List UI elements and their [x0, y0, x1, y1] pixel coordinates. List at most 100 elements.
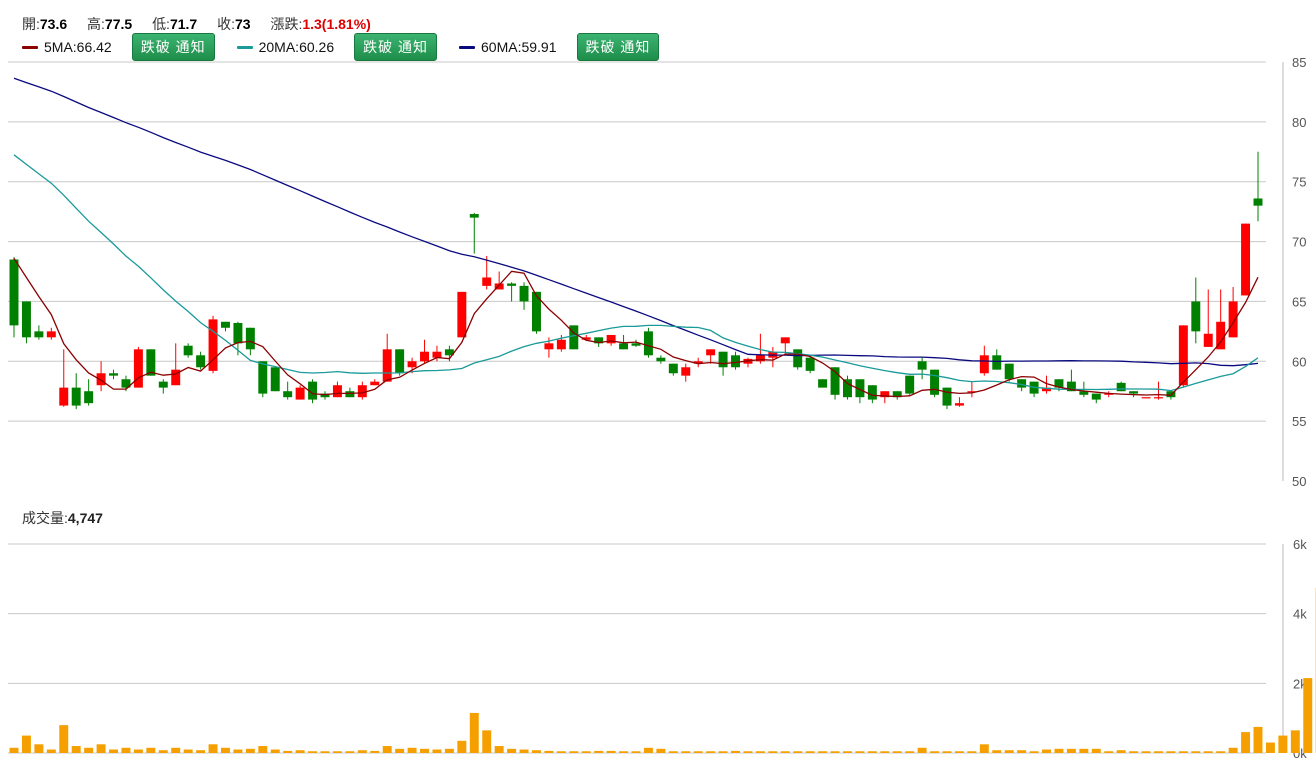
price-tick-label: 80 — [1292, 115, 1306, 130]
volume-bar — [1278, 735, 1288, 753]
volume-bar — [731, 750, 740, 753]
candle-body — [805, 357, 815, 371]
candle-body — [283, 391, 293, 398]
volume-bar — [258, 746, 268, 753]
volume-bar — [1029, 751, 1039, 753]
candle-body — [992, 355, 1002, 370]
candle-body — [357, 385, 367, 398]
volume-bar — [954, 751, 964, 753]
candle-body — [158, 381, 168, 388]
volume-bar — [668, 751, 678, 753]
volume-bar — [643, 747, 653, 753]
volume-bar — [556, 751, 566, 753]
candle-body — [1191, 301, 1201, 332]
volume-bar — [1290, 730, 1300, 753]
candle-body — [382, 349, 392, 382]
candle-body — [469, 214, 479, 218]
volume-bar — [942, 751, 952, 753]
candle-body — [731, 355, 740, 368]
candle-body — [196, 355, 206, 368]
volume-bar — [457, 740, 467, 753]
volume-bar — [768, 751, 778, 753]
candle-body — [245, 327, 255, 350]
volume-bar — [855, 751, 865, 753]
volume-bar — [519, 749, 529, 753]
volume-bar — [905, 751, 915, 753]
price-tick-label: 85 — [1292, 55, 1306, 70]
volume-bar — [1216, 751, 1226, 753]
price-tick-label: 60 — [1292, 354, 1306, 369]
candle-body — [656, 357, 666, 362]
price-tick-label: 75 — [1292, 175, 1306, 190]
candle-body — [942, 387, 952, 406]
volume-bar — [755, 751, 765, 753]
candle-body — [270, 367, 280, 392]
volume-bar — [1054, 748, 1064, 753]
candle-body — [1091, 393, 1101, 400]
candle-body — [843, 379, 852, 398]
candle-body — [395, 349, 405, 374]
volume-bar — [1066, 748, 1076, 753]
volume-bar — [1116, 750, 1126, 753]
candle-body — [1116, 382, 1126, 392]
candle-body — [818, 379, 828, 388]
candle-body — [619, 343, 629, 350]
candle-body — [370, 381, 380, 386]
volume-tick-label: 4k — [1293, 607, 1307, 622]
candle-body — [133, 349, 143, 388]
candle-body — [905, 375, 915, 394]
volume-bar — [84, 747, 94, 753]
volume-tick-label: 6k — [1293, 537, 1307, 552]
volume-bar — [967, 751, 977, 753]
volume-bar — [183, 749, 193, 753]
volume-bar — [1154, 751, 1163, 753]
candle-body — [1241, 223, 1251, 296]
candle-body — [432, 351, 442, 358]
volume-bar — [171, 747, 181, 753]
candle-body — [109, 373, 118, 376]
candle-body — [258, 361, 268, 394]
candle-body — [930, 369, 940, 395]
volume-bar — [1228, 747, 1238, 753]
volume-bar — [1178, 751, 1188, 753]
candle-body — [780, 337, 790, 344]
volume-bar — [892, 751, 902, 753]
volume-bar — [594, 750, 604, 753]
candle-body — [183, 345, 193, 356]
volume-bar — [420, 748, 429, 753]
volume-bar — [569, 751, 579, 753]
candle-body — [793, 349, 803, 368]
volume-bar — [1265, 742, 1275, 753]
volume-bar — [444, 748, 454, 753]
volume-bar — [345, 751, 355, 753]
candle-body — [681, 367, 691, 376]
candle-body — [1203, 333, 1213, 347]
volume-bar — [718, 751, 728, 753]
candle-body — [544, 343, 554, 350]
candle-body — [556, 339, 566, 350]
candle-body — [59, 387, 69, 406]
candle-body — [1141, 397, 1151, 399]
volume-bar — [109, 749, 118, 753]
volume-bar — [308, 751, 318, 753]
volume-bar — [1253, 726, 1263, 753]
volume-bar — [1079, 748, 1089, 753]
candle-body — [46, 331, 56, 338]
volume-bar — [295, 750, 305, 753]
volume-bar — [407, 747, 417, 753]
volume-bar — [581, 751, 591, 753]
volume-bar — [743, 751, 753, 753]
volume-bar — [233, 749, 243, 753]
candle-body — [1154, 397, 1163, 399]
candle-body — [1228, 301, 1238, 338]
candle-body — [668, 363, 678, 374]
volume-bar — [979, 744, 989, 753]
volume-bar — [245, 748, 255, 753]
stock-chart: 85807570656055506k4k2k0k — [8, 55, 1316, 761]
volume-bar — [1104, 751, 1114, 753]
volume-bar — [21, 735, 31, 753]
candle-body — [332, 385, 342, 398]
volume-bar — [880, 751, 890, 753]
candle-body — [1004, 363, 1014, 380]
volume-bar — [631, 751, 641, 753]
